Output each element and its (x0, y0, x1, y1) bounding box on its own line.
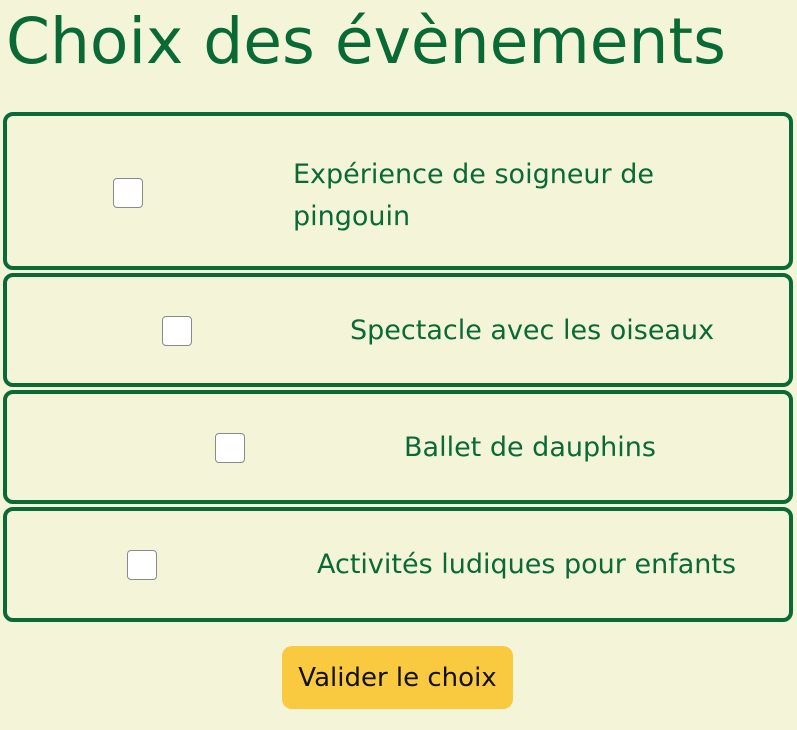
event-label: Activités ludiques pour enfants (317, 549, 737, 580)
event-label: Spectacle avec les oiseaux (350, 315, 715, 346)
event-option-bird-show[interactable]: Spectacle avec les oiseaux (3, 273, 793, 387)
event-option-penguin-keeper[interactable]: Expérience de soigneur de pingouin (3, 112, 793, 270)
event-label: Ballet de dauphins (404, 432, 656, 463)
validate-choice-button[interactable]: Valider le choix (282, 646, 513, 709)
event-option-kids-activities[interactable]: Activités ludiques pour enfants (3, 507, 793, 622)
page-title: Choix des évènements (6, 5, 726, 78)
event-option-dolphin-ballet[interactable]: Ballet de dauphins (3, 390, 793, 504)
event-checkbox[interactable] (127, 550, 157, 580)
event-checkbox[interactable] (215, 433, 245, 463)
event-checkbox[interactable] (162, 316, 192, 346)
event-checkbox[interactable] (113, 178, 143, 208)
event-label: Expérience de soigneur de pingouin (293, 159, 654, 232)
